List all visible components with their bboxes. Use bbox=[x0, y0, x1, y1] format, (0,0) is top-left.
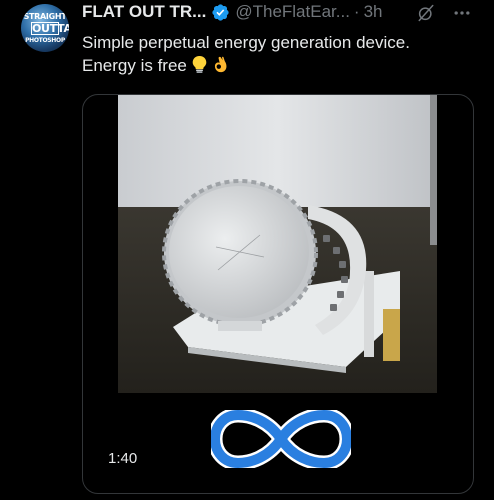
tweet-text-line-2-text: Energy is free bbox=[82, 56, 187, 75]
avatar-text-line-1: STRAIGHT bbox=[23, 12, 67, 21]
tweet-text-line-2: Energy is free bbox=[82, 54, 482, 77]
display-name[interactable]: FLAT OUT TR... bbox=[82, 2, 206, 22]
avatar-logo-text: STRAIGHT OUTTA PHOTOSHOP bbox=[21, 12, 69, 45]
avatar-text-line-3: PHOTOSHOP bbox=[25, 37, 65, 44]
avatar[interactable]: STRAIGHT OUTTA PHOTOSHOP bbox=[21, 4, 69, 52]
more-options-icon[interactable] bbox=[452, 3, 472, 23]
video-thumbnail[interactable] bbox=[118, 95, 437, 393]
infinity-icon bbox=[211, 410, 351, 468]
separator-dot: · bbox=[353, 2, 360, 21]
timestamp[interactable]: 3h bbox=[364, 2, 383, 22]
grok-icon[interactable] bbox=[417, 4, 435, 22]
video-duration: 1:40 bbox=[108, 450, 138, 467]
light-bulb-icon bbox=[192, 56, 207, 73]
tweet-text: Simple perpetual energy generation devic… bbox=[82, 31, 482, 77]
handle[interactable]: @TheFlatEar... bbox=[235, 2, 350, 22]
verified-badge-icon bbox=[212, 3, 229, 21]
avatar-text-line-2: OUTTA bbox=[31, 22, 69, 35]
tweet-header: FLAT OUT TR... @TheFlatEar... · 3h bbox=[82, 0, 383, 24]
tweet-text-line-1: Simple perpetual energy generation devic… bbox=[82, 33, 410, 52]
media-video[interactable]: 1:40 bbox=[82, 94, 474, 494]
ok-hand-icon bbox=[214, 56, 227, 73]
